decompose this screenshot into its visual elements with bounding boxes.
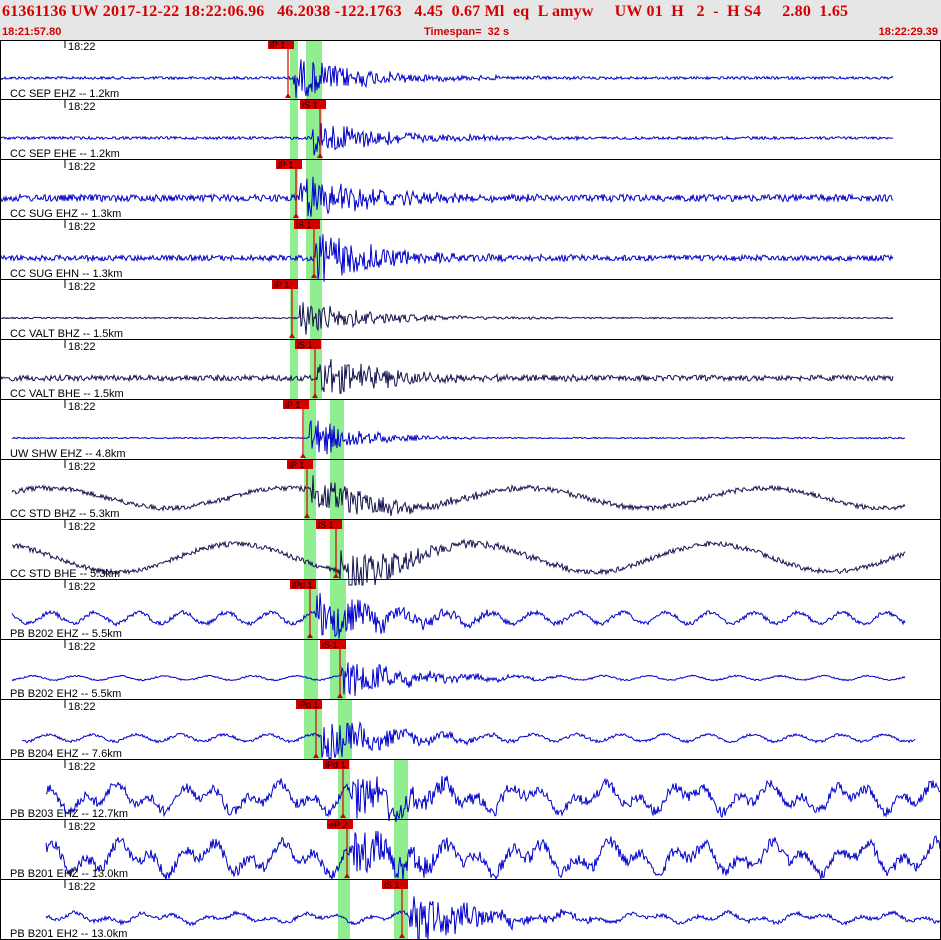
channel-label: CC VALT BHE -- 1.5km (10, 388, 124, 400)
pick-label: iP 1 (278, 160, 293, 170)
channel-label: UW SHW EHZ -- 4.8km (10, 448, 126, 460)
channel-label: CC VALT BHZ -- 1.5km (10, 328, 123, 340)
channel-label: CC SEP EHE -- 1.2km (10, 148, 120, 160)
channel-label: PB B202 EHZ -- 5.5km (10, 628, 122, 640)
waveform-trace[interactable] (0, 302, 894, 335)
pick-window (290, 100, 298, 160)
pick-label: iP 1 (274, 280, 289, 290)
start-time: 18:21:57.80 (2, 26, 62, 38)
waveform-trace[interactable] (45, 775, 941, 822)
minute-label: 18:22 (68, 221, 96, 233)
channel-label: PB B201 EHZ -- 13.0km (10, 868, 128, 880)
timespan-label: Timespan= 32 s (424, 26, 510, 38)
channel-label: CC STD BHE -- 5.3km (10, 568, 120, 580)
waveform-trace[interactable] (0, 234, 894, 282)
minute-label: 18:22 (68, 41, 96, 53)
minute-label: 18:22 (68, 161, 96, 173)
pick-label: iP 1 (289, 460, 304, 470)
channel-label: CC SEP EHZ -- 1.2km (10, 88, 119, 100)
minute-label: 18:22 (68, 821, 96, 833)
pick-label: iP 1 (285, 400, 300, 410)
pick-label: iS 1 (322, 640, 338, 650)
waveform-trace[interactable] (45, 896, 941, 940)
waveform-trace[interactable] (11, 592, 906, 639)
pick-label: iPd 1 (292, 580, 313, 590)
waveform-trace[interactable] (0, 123, 894, 156)
minute-label: 18:22 (68, 701, 96, 713)
channel-label: CC SUG EHZ -- 1.3km (10, 208, 121, 220)
pick-window (304, 520, 316, 580)
minute-label: 18:22 (68, 581, 96, 593)
end-time: 18:22:29.39 (878, 26, 938, 38)
pick-label: iPd 1 (325, 760, 346, 770)
minute-label: 18:22 (68, 341, 96, 353)
window-header: 61361136 UW 2017-12-22 18:22:06.96 46.20… (0, 0, 941, 40)
waveform-trace[interactable] (0, 359, 894, 395)
pick-window (338, 880, 350, 940)
pick-label: iPd 1 (298, 700, 319, 710)
pick-label: iS 1 (318, 520, 334, 530)
pick-window (394, 820, 408, 880)
waveform-trace[interactable] (11, 538, 906, 586)
minute-label: 18:22 (68, 461, 96, 473)
channel-label: PB B204 EHZ -- 7.6km (10, 748, 122, 760)
channel-label: CC STD BHZ -- 5.3km (10, 508, 119, 520)
minute-label: 18:22 (68, 521, 96, 533)
waveform-trace[interactable] (21, 720, 916, 762)
panel-border (0, 40, 941, 940)
channel-label: CC SUG EHN -- 1.3km (10, 268, 122, 280)
seismogram-panel[interactable]: 18:22 CC SEP EHZ -- 1.2km iP 1 18:22 CC SEP … (0, 40, 941, 940)
waveform-trace[interactable] (0, 176, 894, 217)
pick-label: eP 2 (329, 820, 347, 830)
waveform-trace[interactable] (45, 830, 941, 881)
minute-label: 18:22 (68, 761, 96, 773)
channel-label: PB B203 EHZ -- 12.7km (10, 808, 128, 820)
channel-label: PB B201 EH2 -- 13.0km (10, 928, 127, 940)
event-title: 61361136 UW 2017-12-22 18:22:06.96 46.20… (2, 3, 849, 20)
pick-window (304, 640, 318, 700)
minute-label: 18:22 (68, 281, 96, 293)
minute-label: 18:22 (68, 401, 96, 413)
minute-label: 18:22 (68, 881, 96, 893)
waveform-trace[interactable] (11, 475, 906, 516)
pick-label: iS 1 (384, 880, 400, 890)
pick-label: iP 1 (270, 40, 285, 50)
pick-label: iS 1 (296, 220, 312, 230)
pick-label: iS 1 (302, 100, 318, 110)
minute-label: 18:22 (68, 641, 96, 653)
channel-label: PB B202 EH2 -- 5.5km (10, 688, 121, 700)
waveform-trace[interactable] (11, 420, 906, 455)
minute-label: 18:22 (68, 101, 96, 113)
pick-label: iS 1 (297, 340, 313, 350)
waveform-trace[interactable] (0, 59, 894, 99)
waveform-trace[interactable] (11, 662, 906, 697)
